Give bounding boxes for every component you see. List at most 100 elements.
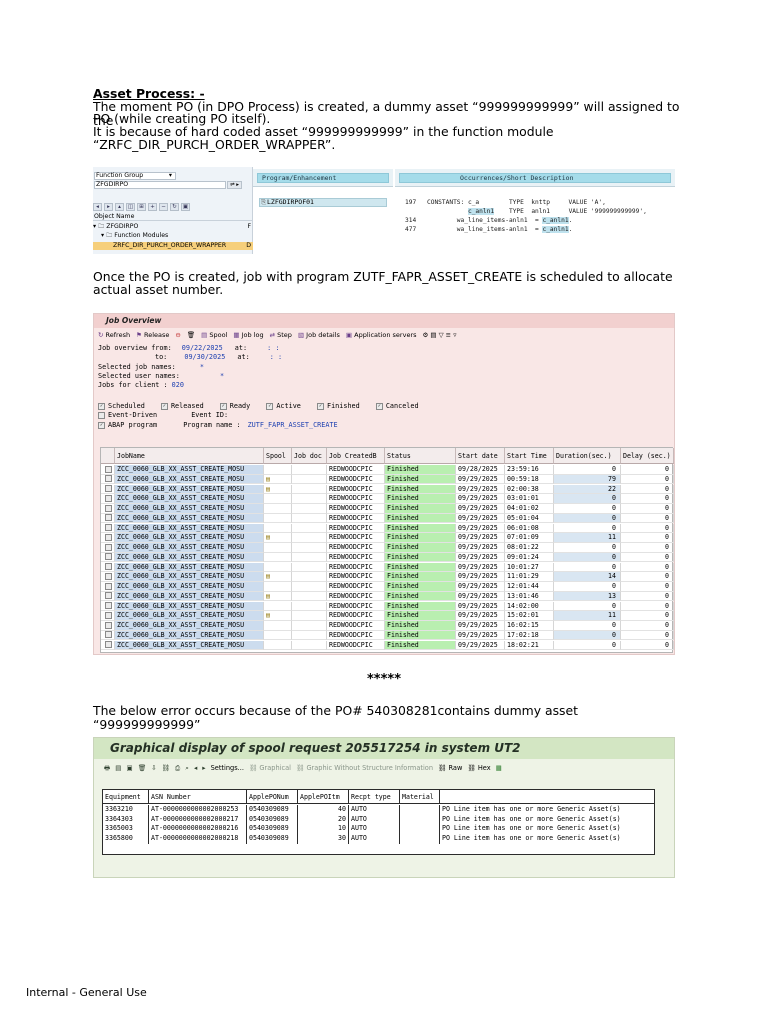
spool-list-icon[interactable]: ▤ bbox=[266, 475, 270, 483]
filter-icon[interactable]: ⚙ ▤ ▽ ≡ ▿ bbox=[423, 330, 457, 340]
table-row[interactable]: ZCC_0060_GLB_XX_ASST_CREATE_MOSU REDWOODC… bbox=[101, 621, 674, 631]
col-job-doc[interactable]: Job doc bbox=[292, 448, 327, 464]
job-name-cell[interactable]: ZCC_0060_GLB_XX_ASST_CREATE_MOSU bbox=[115, 474, 264, 485]
spool-list-icon[interactable]: ▤ bbox=[266, 611, 270, 619]
status-ready-checkbox[interactable]: ✓ Ready bbox=[219, 402, 250, 410]
spool-cell[interactable] bbox=[264, 494, 292, 504]
row-select-checkbox[interactable] bbox=[101, 591, 115, 602]
row-select-checkbox[interactable] bbox=[101, 601, 115, 612]
row-select-checkbox[interactable] bbox=[101, 465, 115, 475]
save-icon[interactable]: ▣ bbox=[181, 203, 190, 211]
program-cell[interactable]: ⎘ LZFGDIRPOF01 bbox=[259, 198, 387, 207]
glasses-icon[interactable]: ⇌ ▸ bbox=[227, 181, 242, 189]
col-jobname[interactable]: JobName bbox=[115, 448, 264, 464]
status-released-checkbox[interactable]: ✓ Released bbox=[160, 402, 204, 410]
job-name-cell[interactable]: ZCC_0060_GLB_XX_ASST_CREATE_MOSU bbox=[115, 582, 264, 592]
row-select-checkbox[interactable] bbox=[101, 484, 115, 495]
cancel-job-icon[interactable]: ⊖ bbox=[175, 330, 180, 340]
at-time[interactable]: : : bbox=[267, 344, 279, 352]
download-icon[interactable]: ⇩ bbox=[151, 763, 157, 774]
export-icon[interactable]: ▦ bbox=[496, 763, 502, 774]
function-group-select[interactable]: Function Group ▾ bbox=[94, 172, 176, 180]
refresh-button[interactable]: ↻ Refresh bbox=[98, 330, 130, 340]
raw-button[interactable]: ⛓ Raw bbox=[438, 763, 462, 774]
table-row[interactable]: ZCC_0060_GLB_XX_ASST_CREATE_MOSU REDWOODC… bbox=[101, 640, 674, 651]
job-name-cell[interactable]: ZCC_0060_GLB_XX_ASST_CREATE_MOSU bbox=[115, 591, 264, 602]
spool-cell[interactable] bbox=[264, 562, 292, 573]
row-select-checkbox[interactable] bbox=[101, 562, 115, 573]
row-select-checkbox[interactable] bbox=[101, 523, 115, 534]
table-row[interactable]: ZCC_0060_GLB_XX_ASST_CREATE_MOSU REDWOODC… bbox=[101, 552, 674, 563]
job-names-value[interactable]: * bbox=[200, 363, 204, 371]
status-scheduled-checkbox[interactable]: ✓ Scheduled bbox=[98, 402, 145, 410]
forward-icon[interactable]: ▸ bbox=[104, 203, 113, 211]
program-name-value[interactable]: ZUTF_FAPR_ASSET_CREATE bbox=[248, 421, 338, 429]
graphic-without-structure-button[interactable]: ⛓ Graphic Without Structure Information bbox=[296, 763, 433, 774]
spool-list-icon[interactable]: ▤ bbox=[266, 533, 270, 541]
row-select-checkbox[interactable] bbox=[101, 621, 115, 631]
job-name-cell[interactable]: ZCC_0060_GLB_XX_ASST_CREATE_MOSU bbox=[115, 640, 264, 651]
job-name-cell[interactable]: ZCC_0060_GLB_XX_ASST_CREATE_MOSU bbox=[115, 601, 264, 612]
row-select-checkbox[interactable] bbox=[101, 474, 115, 485]
spool-cell[interactable] bbox=[264, 552, 292, 563]
next-page-icon[interactable]: ▸ bbox=[202, 763, 205, 774]
display-icon[interactable]: ◫ bbox=[126, 203, 135, 211]
spool-cell[interactable] bbox=[264, 640, 292, 651]
at-time[interactable]: : : bbox=[270, 353, 282, 361]
print-icon[interactable]: 🖶 bbox=[104, 763, 110, 774]
row-select-checkbox[interactable] bbox=[101, 533, 115, 543]
user-names-value[interactable]: * bbox=[220, 372, 224, 380]
col-delay[interactable]: Delay (sec.) bbox=[621, 448, 674, 464]
job-name-cell[interactable]: ZCC_0060_GLB_XX_ASST_CREATE_MOSU bbox=[115, 484, 264, 495]
row-select-checkbox[interactable] bbox=[101, 543, 115, 553]
document-icon[interactable]: ▤ bbox=[115, 763, 121, 774]
table-row[interactable]: ZCC_0060_GLB_XX_ASST_CREATE_MOSU ▤ REDWOOD… bbox=[101, 572, 674, 582]
job-name-cell[interactable]: ZCC_0060_GLB_XX_ASST_CREATE_MOSU bbox=[115, 465, 264, 475]
col-start-time[interactable]: Start Time bbox=[505, 448, 554, 464]
step-button[interactable]: ⇄ Step bbox=[270, 330, 292, 340]
table-row[interactable]: ZCC_0060_GLB_XX_ASST_CREATE_MOSU REDWOODC… bbox=[101, 494, 674, 504]
table-row[interactable]: ZCC_0060_GLB_XX_ASST_CREATE_MOSU ▤ REDWOOD… bbox=[101, 474, 674, 485]
table-row[interactable]: ZCC_0060_GLB_XX_ASST_CREATE_MOSU REDWOODC… bbox=[101, 630, 674, 641]
table-row[interactable]: ZCC_0060_GLB_XX_ASST_CREATE_MOSU REDWOODC… bbox=[101, 562, 674, 573]
row-select-checkbox[interactable] bbox=[101, 494, 115, 504]
job-name-cell[interactable]: ZCC_0060_GLB_XX_ASST_CREATE_MOSU bbox=[115, 572, 264, 582]
spool-button[interactable]: ▤ Spool bbox=[201, 330, 227, 340]
up-icon[interactable]: ▴ bbox=[115, 203, 124, 211]
table-row[interactable]: ZCC_0060_GLB_XX_ASST_CREATE_MOSU ▤ REDWOOD… bbox=[101, 533, 674, 543]
job-name-cell[interactable]: ZCC_0060_GLB_XX_ASST_CREATE_MOSU bbox=[115, 543, 264, 553]
table-row[interactable]: ZCC_0060_GLB_XX_ASST_CREATE_MOSU REDWOODC… bbox=[101, 513, 674, 524]
job-details-button[interactable]: ▧ Job details bbox=[298, 330, 340, 340]
job-name-cell[interactable]: ZCC_0060_GLB_XX_ASST_CREATE_MOSU bbox=[115, 630, 264, 641]
spool-cell[interactable]: ▤ bbox=[264, 591, 292, 602]
spool-cell[interactable] bbox=[264, 523, 292, 534]
from-date[interactable]: 09/22/2025 bbox=[182, 344, 223, 352]
refresh-icon[interactable]: ↻ bbox=[170, 203, 179, 211]
find-icon[interactable]: ⌕ bbox=[185, 763, 189, 774]
graphical-button[interactable]: ⛓ Graphical bbox=[249, 763, 291, 774]
job-log-button[interactable]: ▦ Job log bbox=[233, 330, 263, 340]
table-row[interactable]: ZCC_0060_GLB_XX_ASST_CREATE_MOSU ▤ REDWOOD… bbox=[101, 484, 674, 495]
job-name-cell[interactable]: ZCC_0060_GLB_XX_ASST_CREATE_MOSU bbox=[115, 533, 264, 543]
spool-cell[interactable]: ▤ bbox=[264, 572, 292, 582]
row-select-checkbox[interactable] bbox=[101, 611, 115, 621]
spool-cell[interactable]: ▤ bbox=[264, 474, 292, 485]
col-start-date[interactable]: Start date bbox=[456, 448, 505, 464]
job-name-cell[interactable]: ZCC_0060_GLB_XX_ASST_CREATE_MOSU bbox=[115, 621, 264, 631]
event-driven-checkbox[interactable]: Event-Driven bbox=[98, 411, 157, 419]
status-finished-checkbox[interactable]: ✓ Finished bbox=[317, 402, 360, 410]
settings-button[interactable]: Settings... bbox=[211, 763, 244, 774]
code-line[interactable]: 477 wa_line_items-anln1 = c_anln1. bbox=[405, 225, 585, 234]
tree-node-function-group[interactable]: ▾ 🗀 ZFGDIRPO F bbox=[93, 223, 253, 231]
code-line[interactable]: 314 wa_line_items-anln1 = c_anln1. bbox=[405, 216, 585, 225]
spool-cell[interactable] bbox=[264, 630, 292, 641]
spool-cell[interactable] bbox=[264, 621, 292, 631]
row-select-checkbox[interactable] bbox=[101, 572, 115, 582]
table-row[interactable]: ZCC_0060_GLB_XX_ASST_CREATE_MOSU REDWOODC… bbox=[101, 543, 674, 553]
table-row[interactable]: ZCC_0060_GLB_XX_ASST_CREATE_MOSU ▤ REDWOOD… bbox=[101, 611, 674, 621]
spool-list-icon[interactable]: ▤ bbox=[266, 485, 270, 493]
to-date[interactable]: 09/30/2025 bbox=[184, 353, 225, 361]
row-select-checkbox[interactable] bbox=[101, 640, 115, 651]
job-name-cell[interactable]: ZCC_0060_GLB_XX_ASST_CREATE_MOSU bbox=[115, 494, 264, 504]
spool-list-icon[interactable]: ▤ bbox=[266, 572, 270, 580]
